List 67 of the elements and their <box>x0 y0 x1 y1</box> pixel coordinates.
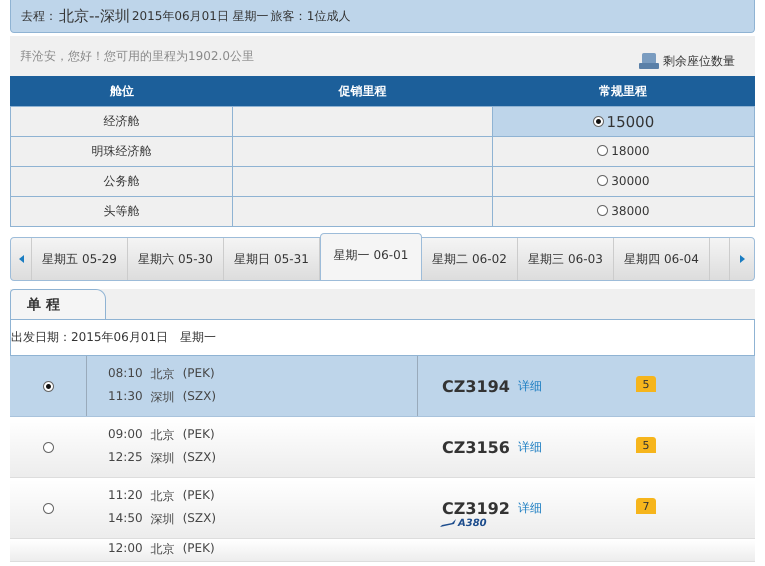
arrival-time: 11:30 <box>108 389 143 405</box>
departure-city: 北京 <box>150 541 175 558</box>
date-tab[interactable]: 星期六 05-30 <box>128 238 224 280</box>
radio-button[interactable] <box>42 442 54 452</box>
departure-time: 09:00 <box>108 427 143 443</box>
airport-code: (SZX) <box>182 389 216 405</box>
flight-number: CZ3194 <box>442 376 510 396</box>
departure-time: 08:10 <box>108 366 143 382</box>
left-arrow-icon <box>18 255 24 263</box>
seat-legend-label: 剩余座位数量 <box>663 52 735 70</box>
column-header: 促销里程 <box>232 76 492 106</box>
airport-code: (PEK) <box>182 366 215 382</box>
airport-code: (PEK) <box>182 541 215 557</box>
flight-number: CZ3156 <box>442 438 510 456</box>
arrival-time: 12:25 <box>108 450 143 466</box>
arrival-city: 深圳 <box>150 450 175 467</box>
passenger-count: 旅客：1位成人 <box>270 8 350 24</box>
departure-time: 12:00 <box>108 541 143 557</box>
arrival-city: 深圳 <box>150 511 175 528</box>
arrival-time: 14:50 <box>108 511 143 527</box>
right-arrow-icon <box>740 255 744 263</box>
trip-label: 去程： <box>21 8 57 24</box>
departure-city: 北京 <box>150 427 175 444</box>
date-tab[interactable]: 星期五 05-29 <box>32 238 128 280</box>
details-link[interactable]: 详细 <box>518 500 542 516</box>
seat-count-badge: 7 <box>636 498 656 514</box>
departure-time: 11:20 <box>108 488 143 504</box>
date-tab[interactable]: 星期三 06-03 <box>518 238 614 280</box>
column-header: 舱位 <box>10 76 233 106</box>
airplane-icon <box>440 519 456 528</box>
seat-count-badge: 5 <box>636 437 656 453</box>
one-way-tab[interactable]: 单 程 <box>10 289 106 319</box>
cabin-cell: 头等舱 <box>10 196 233 226</box>
radio-button[interactable] <box>42 502 54 514</box>
departure-city: 北京 <box>150 488 175 505</box>
date-tab[interactable]: 星期二 06-02 <box>422 238 518 280</box>
mileage-value: 18000 <box>611 144 650 158</box>
cabin-cell: 经济舱 <box>10 106 233 136</box>
mileage-value: 38000 <box>611 204 650 218</box>
departure-date: 出发日期：2015年06月01日 星期一 <box>11 329 216 346</box>
flight-row[interactable]: 08:10 北京 (PEK) 11:30 深圳 (SZX) CZ3194 详细 5 <box>10 356 755 417</box>
airport-code: (SZX) <box>182 511 216 527</box>
seat-icon <box>639 52 659 70</box>
trip-date: 2015年06月01日 星期一 <box>132 8 269 24</box>
airport-code: (SZX) <box>182 450 216 466</box>
radio-button[interactable] <box>597 205 608 216</box>
airport-code: (PEK) <box>182 427 215 443</box>
aircraft-type: A380 <box>458 518 487 529</box>
arrival-city: 深圳 <box>150 389 175 406</box>
greeting-text: 拜沧安，您好！您可用的里程为1902.0公里 <box>20 48 254 64</box>
date-tab[interactable]: 星期一 06-01 <box>320 233 422 280</box>
date-tab[interactable]: 星期四 06-04 <box>614 238 710 280</box>
cabin-cell: 明珠经济舱 <box>10 136 233 166</box>
mileage-value: 30000 <box>611 174 650 188</box>
cabin-cell: 公务舱 <box>10 166 233 196</box>
airport-code: (PEK) <box>182 488 215 504</box>
trip-route: 北京--深圳 <box>59 6 130 26</box>
departure-city: 北京 <box>150 366 175 383</box>
column-header: 常规里程 <box>492 76 754 106</box>
radio-button[interactable] <box>597 175 608 186</box>
radio-button[interactable] <box>42 380 54 392</box>
seat-count-badge: 5 <box>636 376 656 392</box>
radio-button[interactable] <box>597 145 608 156</box>
details-link[interactable]: 详细 <box>518 438 542 456</box>
radio-button[interactable] <box>592 116 604 127</box>
flight-number: CZ3192 <box>442 498 510 518</box>
mileage-value: 15000 <box>606 112 654 130</box>
